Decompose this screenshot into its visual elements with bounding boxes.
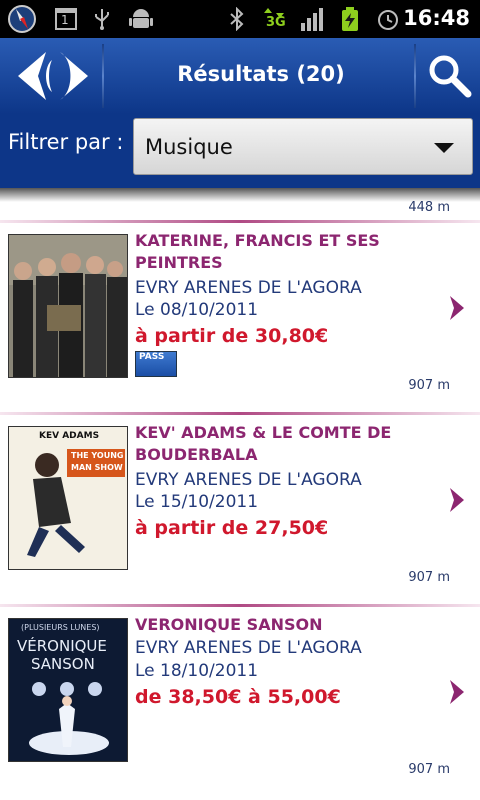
event-date: Le 18/10/2011 [135,661,259,681]
dropdown-arrow-icon [434,143,454,153]
event-price: à partir de 27,50€ [135,517,329,539]
chevron-right-icon[interactable] [448,294,466,322]
event-price: de 38,50€ à 55,00€ [135,686,341,708]
event-venue: EVRY ARENES DE L'AGORA [135,278,362,298]
bluetooth-icon [230,7,244,31]
category-select[interactable]: Musique [133,118,473,175]
event-venue: EVRY ARENES DE L'AGORA [135,470,362,490]
item-distance: 448 m [408,200,450,215]
app-compass-icon [8,5,36,33]
android-debug-icon [129,9,153,28]
band-photo [9,235,127,377]
filter-label: Filtrer par : [8,130,124,154]
item-distance: 907 m [408,378,450,393]
usb-icon [95,9,109,30]
poster-text: THE YOUNG [71,451,124,460]
poster-text: SANSON [31,655,95,673]
event-title: VERONIQUE SANSON [135,615,323,634]
app-header: Résultats (20) [0,38,480,114]
filter-bar: Filtrer par : Musique [0,114,480,188]
event-title: KATERINE, FRANCIS ET SES PEINTRES [135,231,380,272]
show-poster [9,427,127,569]
header-separator [102,44,104,108]
event-venue: EVRY ARENES DE L'AGORA [135,638,362,658]
status-time: 16:48 [403,6,470,30]
alarm-icon [378,10,398,30]
item-distance: 907 m [408,762,450,777]
battery-charging-icon [342,7,358,31]
page-title: Résultats (20) [177,62,345,86]
poster-text: (PLUSIEURS LUNES) [21,623,100,632]
search-icon [429,55,472,98]
category-select-value: Musique [145,135,233,159]
pass-badge: PASS [135,351,177,377]
item-distance: 907 m [408,570,450,585]
poster-text: KEV ADAMS [39,431,100,441]
list-item[interactable]: KATERINE, FRANCIS ET SES PEINTRES EVRY A… [0,222,480,412]
poster-text: MAN SHOW [71,463,123,472]
list-item[interactable]: KEV ADAMS THE YOUNG MAN SHOW KEV' ADAMS … [0,414,480,604]
carrefour-logo-icon [18,52,88,100]
event-price: à partir de 30,80€ [135,325,329,347]
poster-text: VÉRONIQUE [17,637,107,655]
event-image: KEV ADAMS THE YOUNG MAN SHOW [8,426,128,570]
chevron-right-icon[interactable] [448,678,466,706]
event-date: Le 08/10/2011 [135,300,259,320]
event-image [8,234,128,378]
search-button[interactable] [416,38,480,114]
chevron-right-icon[interactable] [448,486,466,514]
list-item[interactable]: (PLUSIEURS LUNES) VÉRONIQUE SANSON VERON… [0,606,480,796]
network-type: 3G [266,15,286,30]
event-image: (PLUSIEURS LUNES) VÉRONIQUE SANSON [8,618,128,762]
event-title: KEV' ADAMS & LE COMTE DE BOUDERBALA [135,423,392,464]
signal-icon [301,8,323,31]
event-date: Le 15/10/2011 [135,492,259,512]
status-bar: 1 3G 16:48 [0,0,480,38]
home-logo-button[interactable] [0,38,102,114]
notification-count: 1 [61,13,69,27]
